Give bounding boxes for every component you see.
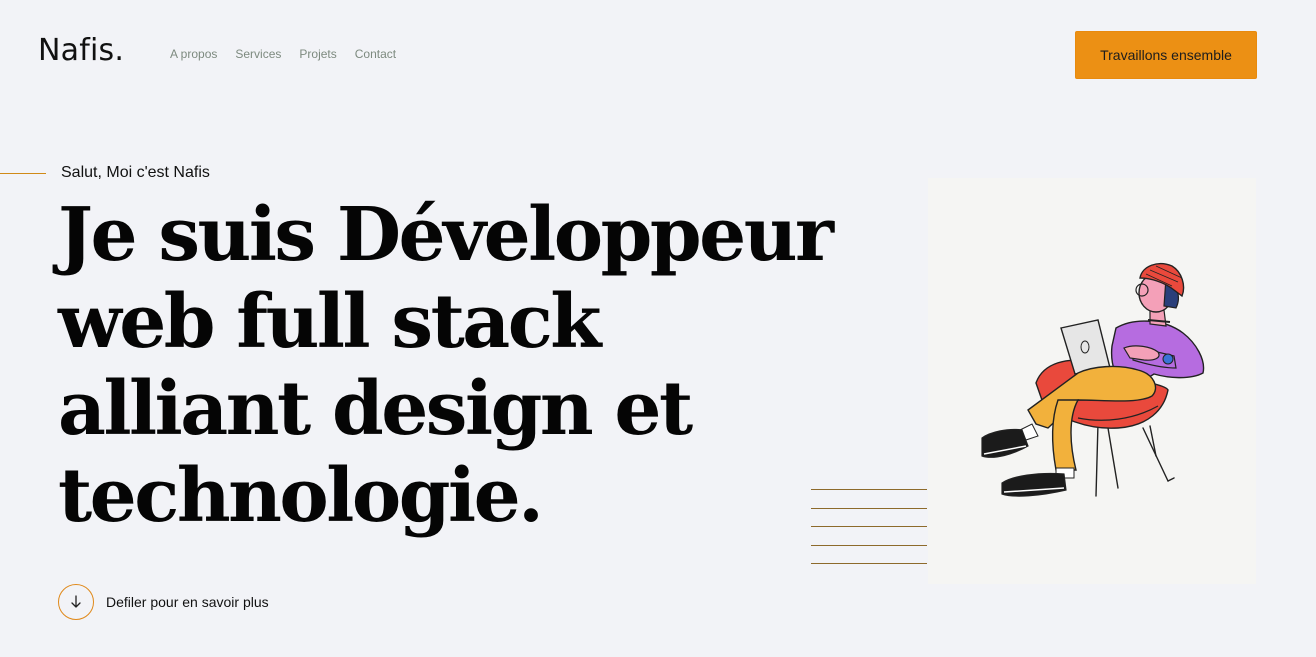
- intro-text: Salut, Moi c'est Nafis: [61, 164, 210, 181]
- headline-line: technologie.: [58, 453, 544, 539]
- decorative-stripes: [811, 489, 927, 582]
- scroll-label: Defiler pour en savoir plus: [106, 594, 269, 610]
- scroll-button[interactable]: [58, 584, 94, 620]
- cta-button[interactable]: Travaillons ensemble: [1075, 31, 1257, 79]
- logo[interactable]: Nafis.: [38, 33, 124, 68]
- illustration-panel: [928, 178, 1256, 584]
- nav-link-a-propos[interactable]: A propos: [170, 47, 217, 61]
- nav-link-projets[interactable]: Projets: [299, 47, 336, 61]
- main-nav: A propos Services Projets Contact: [170, 47, 396, 61]
- nav-link-services[interactable]: Services: [235, 47, 281, 61]
- person-with-laptop-illustration: [981, 262, 1205, 497]
- scroll-down-link[interactable]: Defiler pour en savoir plus: [58, 584, 269, 620]
- arrow-down-icon: [71, 595, 81, 608]
- headline-line: Je suis Développeur: [58, 192, 834, 278]
- nav-link-contact[interactable]: Contact: [355, 47, 396, 61]
- intro-divider: [0, 173, 46, 174]
- hero-headline: Je suis Développeur web full stack allia…: [58, 192, 834, 540]
- headline-line: alliant design et: [58, 366, 693, 452]
- headline-line: web full stack: [58, 279, 602, 365]
